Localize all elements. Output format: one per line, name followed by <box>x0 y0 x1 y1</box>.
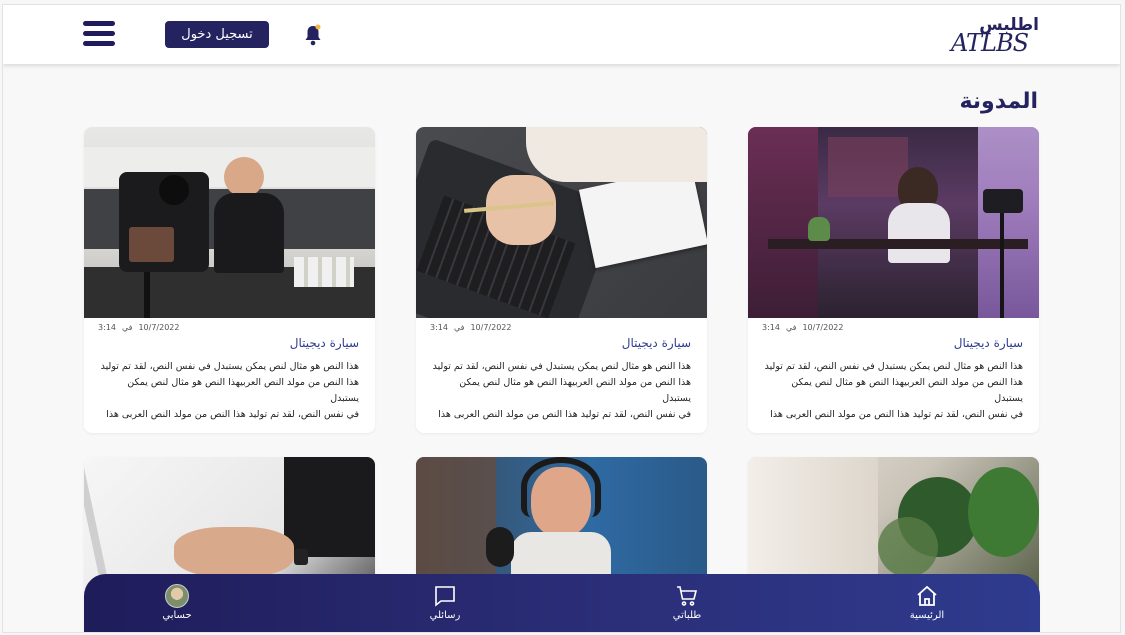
card-image <box>748 127 1039 318</box>
nav-messages-label: رسائلي <box>429 610 461 621</box>
chat-icon <box>435 586 455 607</box>
brand-logo[interactable]: اطلبس ATLBS <box>949 15 1041 57</box>
card-image <box>84 127 375 318</box>
page-title: المدونة <box>959 89 1038 114</box>
nav-home[interactable]: الرئيسية <box>887 584 967 621</box>
card-time: 3:14 <box>430 323 448 332</box>
logo-latin: ATLBS <box>951 29 1029 57</box>
menu-icon[interactable] <box>83 21 115 49</box>
blog-card[interactable]: 3:14 في 10/7/2022 سيارة ديجيتال هذا النص… <box>416 127 707 433</box>
home-icon <box>917 585 937 606</box>
app-frame: تسجيل دخول اطلبس ATLBS المدونة 3:14 في 1… <box>2 4 1121 633</box>
card-image <box>416 127 707 318</box>
nav-orders[interactable]: طلباتي <box>647 584 727 621</box>
login-button[interactable]: تسجيل دخول <box>165 21 269 48</box>
card-at: في <box>121 323 133 332</box>
card-date: 10/7/2022 <box>802 323 844 332</box>
nav-messages[interactable]: رسائلي <box>405 584 485 621</box>
card-at: في <box>785 323 797 332</box>
card-meta: 3:14 في 10/7/2022 <box>762 323 844 332</box>
nav-home-label: الرئيسية <box>909 610 945 621</box>
card-excerpt: هذا النص هو مثال لنص يمكن يستبدل في نفس … <box>764 361 1023 420</box>
blog-card[interactable]: 3:14 في 10/7/2022 سيارة ديجيتال هذا النص… <box>84 127 375 433</box>
card-time: 3:14 <box>762 323 780 332</box>
card-meta: 3:14 في 10/7/2022 <box>98 323 180 332</box>
nav-orders-label: طلباتي <box>672 610 702 621</box>
card-excerpt: هذا النص هو مثال لنص يمكن يستبدل في نفس … <box>100 361 359 420</box>
card-excerpt: هذا النص هو مثال لنص يمكن يستبدل في نفس … <box>432 361 691 420</box>
card-date: 10/7/2022 <box>138 323 180 332</box>
card-title[interactable]: سيارة ديجيتال <box>954 336 1023 350</box>
card-meta: 3:14 في 10/7/2022 <box>430 323 512 332</box>
avatar <box>165 584 189 608</box>
card-title[interactable]: سيارة ديجيتال <box>622 336 691 350</box>
cart-icon <box>677 586 698 606</box>
card-at: في <box>453 323 465 332</box>
card-time: 3:14 <box>98 323 116 332</box>
nav-account-label: حسابي <box>162 610 192 621</box>
nav-account[interactable]: حسابي <box>137 584 217 621</box>
bell-icon[interactable] <box>303 23 323 47</box>
bottom-nav: الرئيسية طلباتي رسائلي حسابي <box>84 574 1040 632</box>
blog-card[interactable]: 3:14 في 10/7/2022 سيارة ديجيتال هذا النص… <box>748 127 1039 433</box>
card-title[interactable]: سيارة ديجيتال <box>290 336 359 350</box>
top-bar: تسجيل دخول اطلبس ATLBS <box>3 5 1120 64</box>
card-date: 10/7/2022 <box>470 323 512 332</box>
